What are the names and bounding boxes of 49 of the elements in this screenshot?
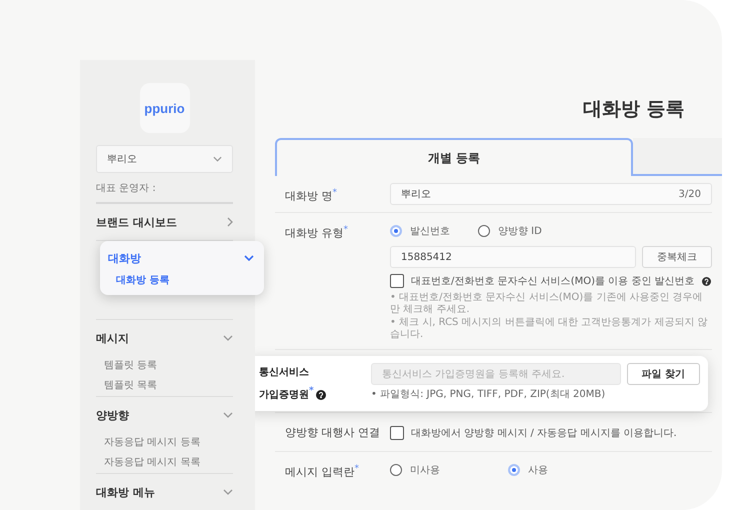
field-label: 메시지 입력란$^{*}$ xyxy=(284,463,360,481)
note-text: • 체크 시, RCS 메시지의 버튼클릭에 대한 고객반응통계가 제공되지 않습니다. xyxy=(390,317,708,341)
checkbox[interactable] xyxy=(390,426,404,440)
checkbox-label: 대표번호/전화번호 문자수신 서비스(MO)를 이용 중인 발신번호 xyxy=(411,275,695,288)
chevron-down-icon xyxy=(223,489,233,495)
chevron-down-icon xyxy=(223,412,233,418)
page-title: 대화방 등록 xyxy=(582,97,686,122)
radio-option[interactable]: 사용 xyxy=(508,463,548,477)
submenu-item[interactable]: 템플릿 등록 xyxy=(96,356,233,376)
submenu-item[interactable]: 템플릿 목록 xyxy=(96,376,233,396)
duplicate-check-button[interactable]: 중복체크 xyxy=(642,246,712,268)
help-icon xyxy=(702,276,711,286)
checkbox[interactable] xyxy=(390,274,404,288)
chevron-down-icon xyxy=(244,255,254,261)
input-field[interactable]: 뿌리오 3/20 xyxy=(390,183,712,205)
file-search-button[interactable]: 파일 찾기 xyxy=(626,363,700,385)
radio-button[interactable] xyxy=(390,225,402,237)
submenu-item[interactable]: 대화방 등록 xyxy=(108,267,254,287)
menu-item[interactable]: 대화방 xyxy=(108,249,254,267)
checkbox-label: 대화방에서 양방향 메시지 / 자동응답 메시지를 이용합니다. xyxy=(411,427,677,440)
operator-label: 대표 운영자 : xyxy=(96,182,157,195)
menu-item[interactable]: 대화방 메뉴 xyxy=(96,474,233,510)
field-label: 대화방 명$^{*}$ xyxy=(284,187,338,205)
menu-item[interactable]: 브랜드 대시보드 xyxy=(96,204,233,240)
note-text: • 대표번호/전화번호 문자수신 서비스(MO)를 기존에 사용중인 경우에만 체크해 주세요. xyxy=(390,292,704,316)
field-label: 가입증명원$^{*}$ xyxy=(259,382,371,404)
tab[interactable]: 개별 등록 xyxy=(275,138,633,176)
chevron-down-icon xyxy=(213,156,222,162)
chevron-right-icon xyxy=(227,217,233,227)
account-select[interactable]: 뿌리오 xyxy=(96,145,233,173)
radio-button[interactable] xyxy=(478,225,490,237)
menu-item[interactable]: 메시지 xyxy=(96,320,233,356)
radio-option[interactable]: 미사용 xyxy=(390,463,440,477)
radio-option[interactable]: 발신번호 xyxy=(390,224,450,238)
radio-button[interactable] xyxy=(508,464,520,476)
submenu-item[interactable]: 자동응답 메시지 목록 xyxy=(96,453,233,473)
help-icon xyxy=(316,390,326,400)
radio-option[interactable]: 양방향 ID xyxy=(478,224,542,238)
field-label: 대화방 유형$^{*}$ xyxy=(284,224,349,242)
note-text: • 파일형식: JPG, PNG, TIFF, PDF, ZIP(최대 20MB) xyxy=(371,389,606,401)
field-label: 양방향 대행사 연결 xyxy=(284,425,381,441)
input-field[interactable]: 15885412 xyxy=(390,246,636,268)
radio-button[interactable] xyxy=(390,464,402,476)
field-label: 통신서비스 xyxy=(259,366,310,380)
submenu-item[interactable]: 자동응답 메시지 등록 xyxy=(96,433,233,453)
file-input-field[interactable]: 통신서비스 가입증명원을 등록해 주세요. xyxy=(371,363,621,385)
logo: ppurio xyxy=(140,83,190,133)
chevron-down-icon xyxy=(223,335,233,341)
menu-item[interactable]: 양방향 xyxy=(96,397,233,433)
